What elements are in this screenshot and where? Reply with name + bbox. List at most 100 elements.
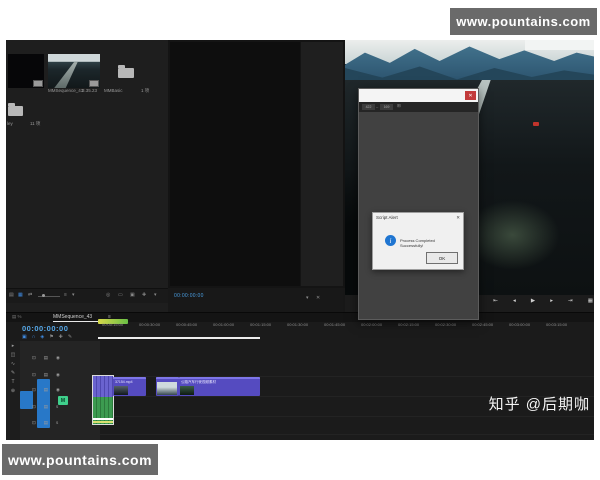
scroll-indicator[interactable] (98, 337, 260, 339)
size-button[interactable]: 422 (362, 104, 375, 110)
delete-icon[interactable]: ▾ (154, 293, 157, 298)
selected-clip-stack[interactable] (93, 376, 113, 424)
play-button[interactable]: ▶ (531, 299, 535, 305)
lock-icon[interactable]: ⊡ (32, 421, 36, 426)
grass-ridge-graphic (465, 200, 560, 270)
eye-icon[interactable]: ◉ (56, 356, 60, 361)
timeline-clip[interactable] (156, 377, 179, 396)
fx-bar (179, 377, 260, 379)
sequence-name-label: MMSequence_43 (48, 89, 83, 94)
track-v2-controls: ⊡ ▤ ◉ (32, 373, 60, 378)
timeline-clip[interactable]: 37154.mp4 (113, 377, 146, 396)
step-back-button[interactable]: ◂ (513, 299, 516, 305)
ruler-label: 00:02:45:00 (472, 322, 493, 327)
edit-icon[interactable]: ✎ (68, 335, 72, 340)
timeline-ruler[interactable]: 00:00:15:00 00:00:30:00 00:00:45:00 00:0… (6, 313, 594, 331)
solo-icon[interactable]: s (56, 405, 58, 410)
export-frame-button[interactable]: ▦ (588, 299, 593, 305)
track-v3-controls: ⊡ ▤ ◉ (32, 356, 60, 361)
track-file-icon[interactable]: ▤ (44, 388, 48, 393)
ok-button[interactable]: OK (426, 252, 458, 264)
close-icon[interactable]: ✕ (316, 296, 320, 301)
ruler-label: 00:02:15:00 (398, 322, 419, 327)
ruler-label: 00:01:30:00 (287, 322, 308, 327)
track-select-tool-icon[interactable]: ◫ (11, 353, 16, 358)
bin1-name-label: MMBasic (104, 89, 123, 94)
type-tool-icon[interactable]: T (11, 380, 14, 385)
ruler-label: 00:02:00:00 (361, 322, 382, 327)
window-toolbar: 422 – 169 ⊞ (359, 102, 478, 112)
track-file-icon[interactable]: ▤ (44, 356, 48, 361)
settings-wrench-icon[interactable]: ✚ (59, 335, 63, 340)
list-view-icon[interactable]: ▤ (9, 293, 14, 298)
eye-icon[interactable]: ◉ (56, 373, 60, 378)
extension-window[interactable]: ✕ 422 – 169 ⊞ (358, 88, 479, 320)
snap-icon[interactable]: ∩ (32, 335, 36, 340)
clip-badge-icon (33, 80, 43, 87)
lock-icon[interactable]: ⊡ (32, 373, 36, 378)
script-alert-dialog[interactable]: Script Alert ✕ i Process Completed Succe… (372, 212, 464, 270)
ruler-label: 00:00:30:00 (139, 322, 160, 327)
new-item-icon[interactable]: ▣ (130, 293, 135, 298)
linked-selection-icon[interactable]: ◈ (40, 335, 44, 340)
source-monitor-panel: 00:00:00:00 ▾ ✕ (168, 40, 345, 312)
fx-bar (156, 377, 179, 379)
marker-icon[interactable]: ⚑ (49, 335, 53, 340)
track-v1-controls: ⊡ ▤ ◉ (32, 388, 60, 393)
timeline-clip[interactable]: 公路汽车行驶视频素材 (179, 377, 260, 396)
source-side-strip (301, 42, 343, 286)
track-a1-controls: ⊡ ▤ s (32, 405, 58, 410)
track-file-icon[interactable]: ▤ (44, 421, 48, 426)
go-to-in-button[interactable]: ⇤ (493, 299, 498, 305)
insert-icon[interactable]: ▣ (22, 335, 27, 340)
hand-tool-icon[interactable]: ⊕ (11, 389, 15, 394)
shuffle-view-icon[interactable]: ⇄ (28, 293, 32, 298)
step-forward-button[interactable]: ▸ (550, 299, 553, 305)
pen-tool-icon[interactable]: ✎ (11, 371, 15, 376)
source-video-area (170, 42, 300, 286)
eye-icon[interactable]: ◉ (56, 388, 60, 393)
ruler-label: 00:03:00:00 (509, 322, 530, 327)
caret-down-icon[interactable]: ▾ (306, 296, 309, 301)
project-item-sequence-thumbnail[interactable] (48, 54, 100, 88)
sequence-duration-label: 3.35.23 (82, 89, 97, 94)
caret-down-icon[interactable]: ▾ (72, 293, 75, 298)
icon-view-icon[interactable]: ▦ (18, 293, 23, 298)
mute-button[interactable]: M (58, 396, 68, 405)
find-icon[interactable]: ◎ (106, 293, 110, 298)
bin-folder-icon[interactable] (8, 106, 23, 116)
grid-icon[interactable]: ⊞ (397, 104, 401, 109)
lock-icon[interactable]: ⊡ (32, 388, 36, 393)
zoom-slider-knob[interactable] (42, 294, 45, 297)
window-titlebar[interactable]: ✕ (359, 89, 478, 102)
dialog-close-icon[interactable]: ✕ (456, 215, 460, 221)
video-clip-segment[interactable] (93, 376, 113, 397)
clip-name-label: 37154.mp4 (115, 380, 144, 384)
new-bin-icon[interactable]: ▭ (118, 293, 123, 298)
waveform-baseline (93, 421, 113, 423)
solo-icon[interactable]: s (56, 421, 58, 426)
size-button[interactable]: 169 (380, 104, 393, 110)
project-panel: MMSequence_43 3.35.23 MMBasic 1 项 ley 11… (6, 40, 169, 312)
ruler-label: 00:01:15:00 (250, 322, 271, 327)
info-icon: i (385, 235, 396, 246)
track-file-icon[interactable]: ▤ (44, 373, 48, 378)
lock-icon[interactable]: ⊡ (32, 405, 36, 410)
audio-gain-line (93, 418, 113, 420)
go-to-out-button[interactable]: ⇥ (568, 299, 573, 305)
ripple-edit-tool-icon[interactable]: ∿ (11, 362, 15, 367)
window-close-button[interactable]: ✕ (465, 91, 476, 100)
ruler-label: 00:03:15:00 (546, 322, 567, 327)
selection-tool-icon[interactable]: ▸ (12, 344, 15, 349)
track-file-icon[interactable]: ▤ (44, 405, 48, 410)
bin-folder-icon[interactable] (118, 68, 134, 78)
ruler-label: 00:00:15:00 (102, 322, 123, 327)
project-item-black-clip[interactable] (8, 54, 44, 88)
add-icon[interactable]: ✚ (142, 293, 146, 298)
lock-icon[interactable]: ⊡ (32, 356, 36, 361)
track-lane-divider (100, 434, 594, 435)
audio-clip-segment[interactable] (93, 397, 113, 424)
ruler-label: 00:00:45:00 (176, 322, 197, 327)
sort-icon[interactable]: ≡ (64, 293, 67, 298)
ruler-label: 00:01:45:00 (324, 322, 345, 327)
